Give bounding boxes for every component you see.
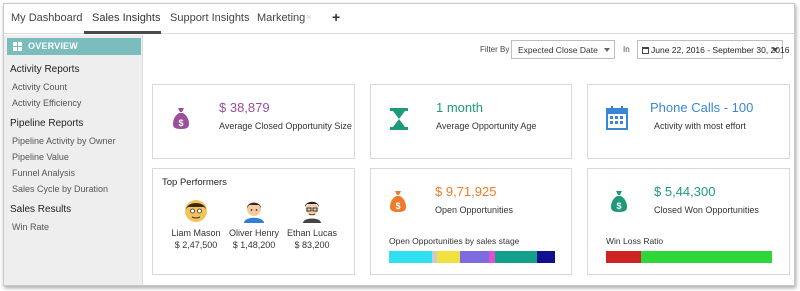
section-sales-results: Sales Results: [10, 204, 72, 215]
sidebar-item-sales-cycle-by-duration[interactable]: Sales Cycle by Duration: [12, 184, 108, 194]
card-activity-most-effort: Phone Calls - 100 Activity with most eff…: [587, 84, 790, 159]
metric-value: 1 month: [436, 100, 483, 115]
tab-bar: My Dashboard Sales Insights Support Insi…: [4, 4, 794, 34]
tab-support-insights[interactable]: Support Insights: [170, 12, 250, 24]
card-top-performers: Top Performers Liam Mason $ 2,47,500 Oli…: [152, 168, 355, 275]
avatar: [185, 200, 207, 222]
metric-label: Average Opportunity Age: [436, 121, 537, 131]
date-range-picker[interactable]: June 22, 2016 - September 30, 2016: [637, 40, 789, 59]
card-avg-closed-opportunity: $ $ 38,879 Average Closed Opportunity Si…: [152, 84, 355, 159]
active-tab-indicator: [84, 31, 161, 34]
stage-segment-4[interactable]: [460, 251, 489, 263]
tab-sales-insights[interactable]: Sales Insights: [92, 12, 160, 24]
calendar-icon: [606, 106, 628, 130]
stage-segment-6[interactable]: [495, 251, 537, 263]
sidebar-item-pipeline-activity-by-owner[interactable]: Pipeline Activity by Owner: [12, 136, 116, 146]
metric-value: $ 9,71,925: [435, 184, 497, 199]
metric-value: Phone Calls - 100: [650, 100, 754, 115]
money-bag-icon: $: [390, 191, 406, 212]
sidebar: OVERVIEW Activity Reports Activity Count…: [4, 35, 143, 285]
win-loss-segment-1[interactable]: [606, 251, 641, 263]
stage-segment-1[interactable]: [389, 251, 433, 263]
stage-segment-7[interactable]: [536, 251, 555, 263]
calendar-icon: [642, 47, 649, 54]
metric-value: $ 5,44,300: [654, 184, 716, 199]
sidebar-item-activity-efficiency[interactable]: Activity Efficiency: [12, 98, 81, 108]
top-performers-title: Top Performers: [162, 177, 227, 188]
date-range-value: June 22, 2016 - September 30, 2016: [651, 45, 790, 55]
filter-select-value: Expected Close Date: [518, 45, 598, 55]
grid-icon: [13, 42, 22, 51]
tab-close-icon[interactable]: ×: [306, 12, 311, 22]
caret-down-icon: [772, 48, 778, 52]
tab-marketing[interactable]: Marketing: [257, 12, 305, 24]
sidebar-overview[interactable]: OVERVIEW: [7, 38, 141, 55]
chevron-down-icon: [604, 48, 610, 52]
sidebar-overview-label: OVERVIEW: [28, 41, 78, 51]
metric-value: $ 38,879: [219, 100, 270, 115]
win-loss-label: Win Loss Ratio: [606, 236, 664, 246]
performer-amount: $ 83,200: [294, 240, 330, 250]
stage-segment-3[interactable]: [437, 251, 461, 263]
money-bag-icon: $: [611, 191, 627, 212]
money-bag-icon: $: [173, 108, 189, 129]
filter-by-label: Filter By: [480, 45, 510, 54]
metric-label: Average Closed Opportunity Size: [219, 121, 352, 131]
in-label: In: [623, 45, 630, 54]
card-closed-won-opportunities: $ $ 5,44,300 Closed Won Opportunities Wi…: [587, 168, 790, 275]
stage-bar-label: Open Opportunities by sales stage: [389, 236, 520, 246]
tab-my-dashboard[interactable]: My Dashboard: [11, 12, 83, 24]
stage-segment-5[interactable]: [488, 251, 496, 263]
performer-card: Ethan Lucas $ 83,200: [277, 199, 347, 250]
hourglass-icon: [390, 108, 408, 130]
sidebar-item-win-rate[interactable]: Win Rate: [12, 222, 49, 232]
svg-text:$: $: [395, 201, 400, 211]
sidebar-item-activity-count[interactable]: Activity Count: [12, 82, 67, 92]
win-loss-segment-2[interactable]: [640, 251, 772, 263]
sidebar-item-pipeline-value[interactable]: Pipeline Value: [12, 152, 69, 162]
performer-name: Ethan Lucas: [286, 228, 338, 238]
section-pipeline-reports: Pipeline Reports: [10, 118, 84, 129]
svg-text:$: $: [616, 201, 621, 211]
metric-label: Activity with most effort: [654, 121, 746, 131]
filter-select[interactable]: Expected Close Date: [511, 40, 615, 59]
dashboard-window: My Dashboard Sales Insights Support Insi…: [3, 3, 795, 286]
metric-label: Closed Won Opportunities: [654, 205, 759, 215]
svg-text:$: $: [178, 118, 183, 128]
avatar: [244, 202, 264, 223]
card-avg-opportunity-age: 1 month Average Opportunity Age: [370, 84, 572, 159]
section-activity-reports: Activity Reports: [10, 64, 80, 75]
sidebar-item-funnel-analysis[interactable]: Funnel Analysis: [12, 168, 75, 178]
metric-label: Open Opportunities: [435, 205, 514, 215]
sales-stage-bar: [389, 251, 555, 263]
add-tab-icon[interactable]: +: [332, 9, 340, 25]
win-loss-bar: [606, 251, 772, 263]
card-open-opportunities: $ $ 9,71,925 Open Opportunities Open Opp…: [370, 168, 572, 275]
avatar: [303, 201, 321, 223]
